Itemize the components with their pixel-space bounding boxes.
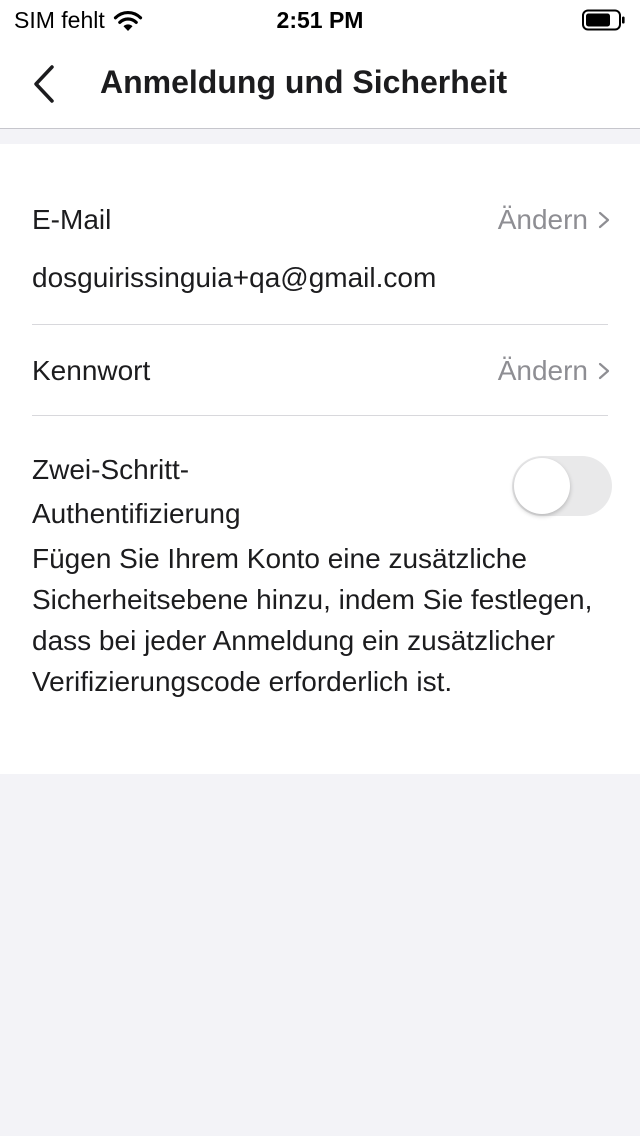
change-password-label: Ändern xyxy=(497,355,588,386)
change-email-label: Ändern xyxy=(497,204,588,235)
change-password-button[interactable]: Ändern xyxy=(498,355,610,387)
two-factor-label: Zwei-Schritt-Authentifizierung xyxy=(32,454,241,529)
divider xyxy=(32,415,608,416)
navigation-bar: Anmeldung und Sicherheit xyxy=(0,40,640,129)
password-label: Kennwort xyxy=(32,355,151,386)
two-factor-toggle[interactable] xyxy=(512,456,612,516)
battery-icon xyxy=(582,9,625,31)
back-button[interactable] xyxy=(20,60,68,108)
status-bar: SIM fehlt 2:51 PM xyxy=(0,0,640,40)
chevron-right-icon xyxy=(598,211,610,229)
email-label: E-Mail xyxy=(32,204,112,235)
chevron-left-icon xyxy=(34,65,54,103)
toggle-knob xyxy=(514,458,570,514)
two-factor-description: Fügen Sie Ihrem Konto eine zusätzliche S… xyxy=(32,543,593,697)
page-title: Anmeldung und Sicherheit xyxy=(100,64,508,100)
divider xyxy=(32,324,608,325)
chevron-right-icon xyxy=(598,362,610,380)
security-settings-card: E-Mail Ändern dosguirissinguia+qa@gmail.… xyxy=(0,144,640,774)
change-email-button[interactable]: Ändern xyxy=(498,204,610,236)
email-value: dosguirissinguia+qa@gmail.com xyxy=(32,262,437,293)
clock: 2:51 PM xyxy=(276,7,364,33)
